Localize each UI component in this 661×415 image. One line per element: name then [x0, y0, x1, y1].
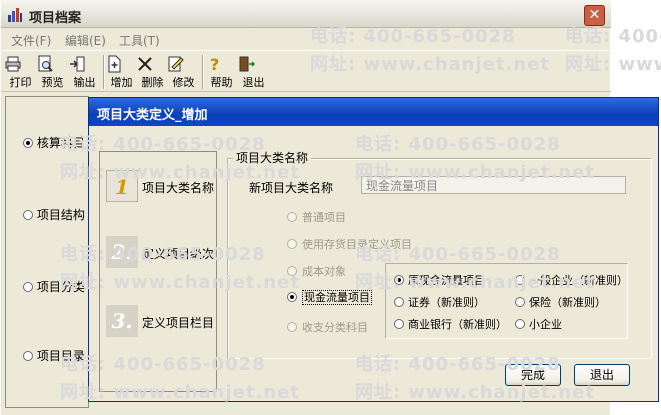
dialog-titlebar[interactable]: 项目大类定义_增加: [89, 98, 658, 126]
menu-edit[interactable]: 编辑(E): [65, 32, 106, 49]
menu-bar: 文件(F) 编辑(E) 工具(T): [1, 29, 611, 49]
option-label: 小企业: [529, 318, 562, 331]
option-label: 普通项目: [302, 211, 346, 224]
print-label: 打印: [9, 76, 32, 89]
watermark-phone: 电话: 400-665-0028: [355, 354, 561, 375]
watermark-site: 网址: www.chanjet.net: [565, 54, 661, 75]
radio-disabled[interactable]: [287, 239, 297, 249]
help-question-icon: ?: [210, 55, 219, 73]
printer-icon: [5, 56, 21, 72]
export-label: 输出: [73, 76, 96, 89]
subtype-insurance[interactable]: 保险（新准则）: [515, 294, 606, 310]
main-titlebar[interactable]: 项目档案 ✕: [1, 0, 611, 28]
option-label: 保险（新准则）: [529, 296, 606, 309]
print-button[interactable]: 打印: [4, 53, 37, 91]
preview-label: 预览: [41, 76, 64, 89]
option-label: 项目结构: [36, 208, 85, 222]
window-title: 项目档案: [29, 11, 82, 26]
delete-label: 删除: [141, 76, 164, 89]
watermark-phone: 电话: 400-665-0028: [355, 134, 561, 155]
watermark-site: 网址: www.chanjet.net: [310, 54, 550, 75]
menu-file[interactable]: 文件(F): [11, 32, 51, 49]
exit-label: 退出: [242, 76, 265, 89]
svg-text:?: ?: [210, 55, 219, 73]
watermark-phone: 电话: 400-665-0028: [60, 354, 266, 375]
watermark-site: 网址: www.chanjet.net: [60, 272, 300, 293]
export-button[interactable]: 输出: [68, 53, 101, 91]
watermark-site: 网址: www.chanjet.net: [60, 382, 300, 403]
watermark-phone: 电话: 400-665-0028: [355, 244, 561, 265]
radio-unchecked[interactable]: [23, 210, 33, 220]
watermark-site: 网址: www.chanjet.net: [355, 382, 595, 403]
radio-unchecked[interactable]: [23, 351, 33, 361]
menu-tools[interactable]: 工具(T): [119, 32, 160, 49]
watermark-site: 网址: www.chanjet.net: [355, 272, 595, 293]
radio-disabled[interactable]: [287, 212, 297, 222]
toolbar-separator: [202, 55, 204, 89]
watermark-phone: 电话: 400-665-0028: [60, 244, 266, 265]
add-label: 增加: [110, 76, 133, 89]
export-icon: [70, 56, 85, 72]
radio-unchecked[interactable]: [515, 319, 525, 329]
radio-checked[interactable]: [23, 138, 33, 148]
radio-unchecked[interactable]: [394, 319, 404, 329]
option-ordinary-project[interactable]: 普通项目: [287, 209, 346, 225]
new-document-icon: [108, 55, 121, 73]
help-label: 帮助: [210, 76, 233, 89]
step-number-badge: 3.: [106, 305, 138, 337]
delete-x-icon: [138, 57, 152, 71]
preview-button[interactable]: 预览: [36, 53, 69, 91]
modify-button[interactable]: 修改: [167, 53, 200, 91]
radio-unchecked[interactable]: [394, 297, 404, 307]
add-button[interactable]: 增加: [105, 53, 138, 91]
edit-pencil-icon: [168, 56, 184, 72]
subtype-commercial-bank[interactable]: 商业银行（新准则）: [394, 316, 507, 332]
step-define-columns[interactable]: 3. 定义项目栏目: [106, 305, 214, 339]
option-income-expense-subject[interactable]: 收支分类科目: [287, 319, 368, 335]
option-label: 商业银行（新准则）: [408, 318, 507, 331]
radio-unchecked[interactable]: [23, 282, 33, 292]
option-label: 成本对象: [302, 265, 346, 278]
exit-door-icon: [239, 56, 255, 72]
app-logo-icon: [8, 8, 22, 22]
option-label: 证券（新准则）: [408, 296, 485, 309]
watermark-phone: 电话: 400-665-0028: [310, 26, 516, 47]
subtype-small-enterprise[interactable]: 小企业: [515, 316, 562, 332]
radio-disabled[interactable]: [287, 322, 297, 332]
radio-unchecked[interactable]: [515, 297, 525, 307]
help-button[interactable]: ? 帮助: [205, 53, 238, 91]
exit-button[interactable]: 退出: [237, 53, 270, 91]
subtype-securities[interactable]: 证券（新准则）: [394, 294, 485, 310]
step-label: 定义项目栏目: [142, 316, 215, 330]
dialog-title: 项目大类定义_增加: [97, 108, 208, 123]
option-project-structure[interactable]: 项目结构: [23, 206, 85, 223]
watermark-site: 网址: www.chanjet.net: [355, 162, 595, 183]
modify-label: 修改: [172, 76, 195, 89]
watermark-phone: 电话: 400-665-0028: [565, 26, 661, 47]
magnifier-icon: [38, 55, 53, 72]
watermark-phone: 电话: 400-665-0028: [60, 134, 266, 155]
delete-button[interactable]: 删除: [136, 53, 169, 91]
watermark-site: 网址: www.chanjet.net: [60, 162, 300, 183]
option-label: 收支分类科目: [302, 321, 368, 334]
